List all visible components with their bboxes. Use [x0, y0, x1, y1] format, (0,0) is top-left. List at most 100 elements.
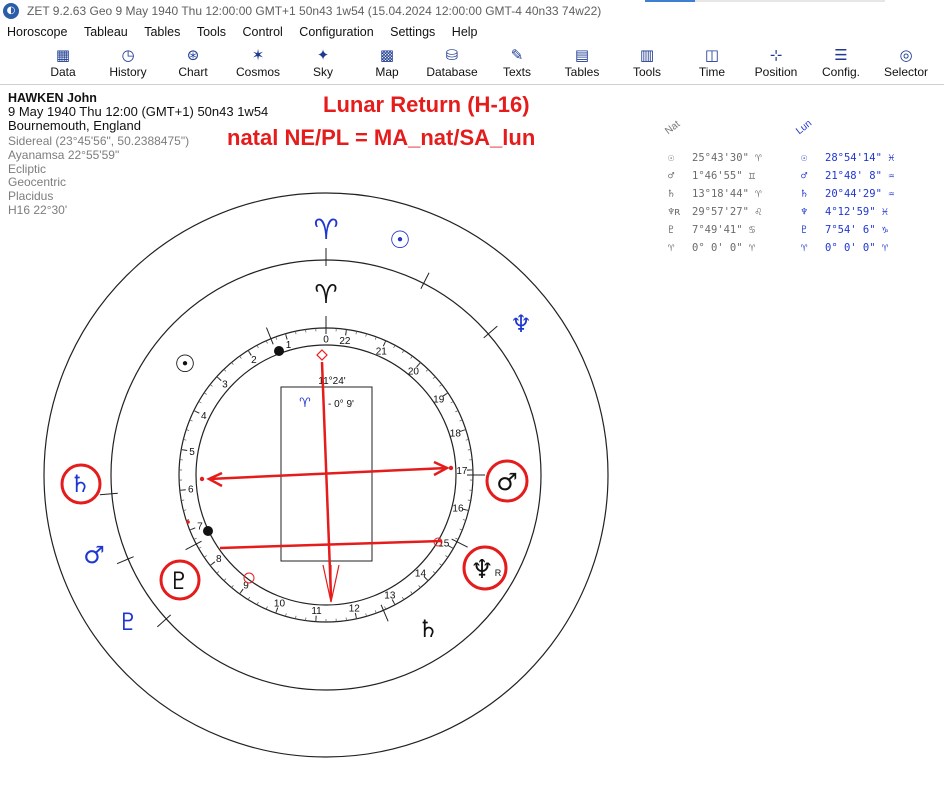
dial-number: 4	[201, 411, 207, 422]
dial-minor-tick	[285, 613, 287, 617]
natal-saturn-glyph-icon: ♄	[417, 615, 439, 643]
dial-minor-tick	[198, 546, 202, 549]
planet-tick	[451, 538, 468, 548]
dial-minor-tick	[450, 401, 454, 404]
dial-minor-tick	[439, 384, 443, 387]
dial-number: 5	[189, 447, 195, 458]
dial-number: 20	[408, 366, 420, 377]
dial-number: 11	[311, 606, 322, 617]
dial-minor-tick	[462, 429, 466, 431]
dial-minor-tick	[425, 578, 429, 581]
dial-minor-tick	[418, 585, 421, 588]
natal-pluto-glyph-icon: ♇	[168, 567, 190, 595]
dial-minor-tick	[439, 563, 443, 566]
lunar-sun-glyph-icon: ☉	[389, 226, 411, 254]
dial-minor-tick	[418, 362, 421, 365]
dial-minor-tick	[256, 601, 259, 605]
dial-minor-tick	[374, 336, 377, 340]
dial-number: 14	[415, 568, 427, 579]
dial-number: 3	[222, 379, 228, 390]
dial-minor-tick	[285, 333, 287, 337]
red-point-marker	[199, 476, 205, 482]
dial-minor-tick	[203, 392, 207, 395]
natal-aries-glyph-icon: ♈	[314, 280, 337, 310]
lunar-aries-glyph-icon: ♈	[313, 213, 338, 246]
dial-number: 0	[323, 335, 329, 346]
dial-number: 19	[433, 394, 445, 405]
dial-minor-tick	[223, 578, 227, 581]
dial-number: 2	[251, 355, 257, 366]
dial-minor-tick	[432, 376, 436, 379]
dial-minor-tick	[275, 336, 278, 340]
dial-minor-tick	[455, 537, 459, 540]
dial-minor-tick	[455, 410, 459, 413]
red-point-marker	[448, 465, 454, 471]
natal-neptune-glyph-icon: ♆	[470, 555, 493, 585]
lunar-neptune-glyph-icon: ♆	[510, 310, 532, 338]
dial-minor-tick	[186, 429, 190, 431]
dial-number: 13	[384, 591, 396, 602]
dial-number: 12	[349, 604, 361, 615]
dial-number: 17	[456, 466, 468, 477]
planet-tick	[116, 556, 134, 565]
red-point-marker	[243, 572, 255, 584]
dial-minor-tick	[275, 610, 278, 614]
neptune-pluto-line	[219, 539, 443, 550]
aries-point-icon: ♈	[299, 396, 311, 411]
dial-minor-tick	[425, 369, 429, 372]
dial-minor-tick	[402, 350, 405, 354]
dial-minor-tick	[193, 537, 197, 540]
dial-minor-tick	[247, 596, 250, 600]
lunar-mars-glyph-icon: ♂	[83, 541, 105, 569]
dial-minor-tick	[410, 591, 413, 595]
center-offset-label: - 0° 9'	[328, 399, 354, 410]
dial-minor-tick	[198, 401, 202, 404]
dial-minor-tick	[402, 596, 405, 600]
dial-minor-tick	[374, 610, 377, 614]
dial-number: 18	[450, 428, 462, 439]
dial-minor-tick	[365, 333, 367, 337]
natal-mars-glyph-icon: ♂	[496, 468, 518, 496]
dial-number: 1	[286, 340, 292, 351]
lunar-pluto-glyph-icon: ♇	[117, 608, 139, 636]
planet-tick	[420, 272, 430, 290]
dial-number: 16	[452, 503, 464, 514]
dial-number: 8	[216, 554, 222, 565]
dial-minor-tick	[432, 571, 436, 574]
dial-minor-tick	[209, 563, 213, 566]
dial-minor-tick	[239, 355, 242, 359]
dial-number: 7	[197, 521, 203, 532]
dial-minor-tick	[216, 376, 220, 379]
dial-minor-tick	[256, 345, 259, 349]
dial-number: 6	[188, 485, 194, 496]
harmonic-wheel-chart[interactable]: 22212019181716151413121110987654321 0 11°…	[0, 0, 944, 800]
dial-minor-tick	[462, 519, 466, 521]
axis-line	[320, 361, 333, 598]
dial-minor-tick	[265, 340, 268, 344]
dial-minor-tick	[445, 555, 449, 558]
dial-minor-tick	[393, 345, 396, 349]
dial-minor-tick	[365, 613, 367, 617]
dial-minor-tick	[410, 355, 413, 359]
dial-number: 22	[339, 336, 351, 347]
lunar-saturn-glyph-icon: ♄	[69, 470, 91, 498]
retrograde-marker: R	[495, 568, 502, 578]
planet-dot	[274, 346, 284, 356]
natal-sun-glyph-icon: ☉	[174, 350, 196, 378]
dial-minor-tick	[223, 369, 227, 372]
midpoint-line	[208, 466, 448, 481]
planet-dot	[203, 526, 213, 536]
red-point-marker	[186, 520, 190, 524]
dial-minor-tick	[384, 606, 387, 610]
dial-number: 21	[376, 346, 388, 357]
planet-tick	[99, 492, 118, 496]
dial-minor-tick	[265, 606, 268, 610]
pointer-diamond-icon	[316, 349, 328, 361]
planet-tick	[265, 327, 274, 345]
dial-minor-tick	[231, 362, 234, 365]
dial-minor-tick	[209, 384, 213, 387]
dial-minor-tick	[231, 585, 234, 588]
dial-number: 10	[274, 598, 286, 609]
dial-minor-tick	[216, 571, 220, 574]
dial-minor-tick	[203, 555, 207, 558]
